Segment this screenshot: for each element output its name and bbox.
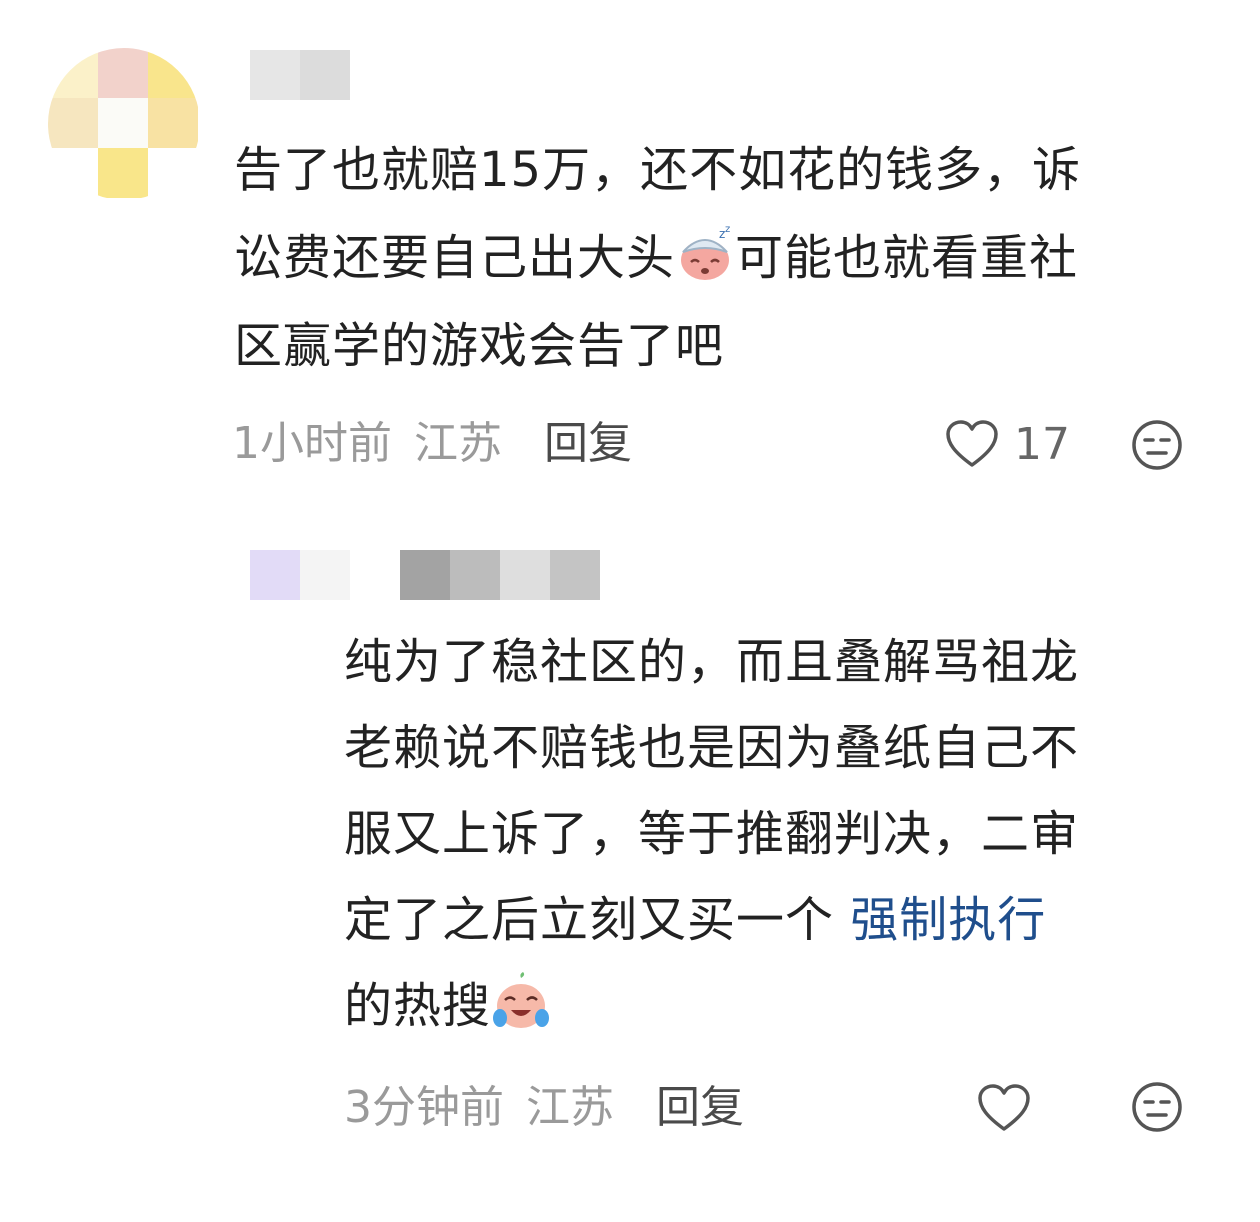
comment-meta: 1小时前 江苏 回复	[232, 416, 632, 472]
location: 江苏	[414, 418, 502, 469]
timestamp: 3分钟前	[344, 1082, 504, 1133]
comment-body-line-1: 纯为了稳社区的，而且叠解骂祖龙	[344, 634, 1080, 690]
comment-body-line-2: 讼费还要自己出大头 z z 可能也就看重社	[234, 214, 1078, 302]
comment-body-line-1: 告了也就赔15万，还不如花的钱多，诉	[234, 142, 1082, 198]
hashtag-link[interactable]: 强制执行	[850, 892, 1046, 948]
comment-body-line-5: 的热搜	[344, 962, 551, 1050]
like-button[interactable]: 17	[944, 418, 1070, 470]
heart-icon	[944, 418, 1000, 470]
comment-meta: 3分钟前 江苏 回复	[344, 1080, 744, 1136]
comment-body-text: 的热搜	[344, 978, 492, 1034]
timestamp: 1小时前	[232, 418, 392, 469]
comment-body-text: 定了之后立刻又买一个	[344, 892, 835, 948]
dislike-face-icon[interactable]	[1130, 1080, 1184, 1134]
reply-button[interactable]: 回复	[544, 418, 632, 469]
like-count: 17	[1014, 418, 1070, 470]
comment-body-line-4: 定了之后立刻又买一个 强制执行	[344, 876, 1046, 964]
dislike-face-icon[interactable]	[1130, 418, 1184, 472]
avatar[interactable]	[48, 48, 200, 200]
reply-button[interactable]: 回复	[656, 1082, 744, 1133]
comment-body-line-3: 服又上诉了，等于推翻判决，二审	[344, 806, 1080, 862]
svg-text:z: z	[725, 224, 731, 235]
laughing-crying-face-icon	[491, 972, 551, 1032]
heart-icon[interactable]	[976, 1082, 1032, 1134]
comment-body-line-2: 老赖说不赔钱也是因为叠纸自己不	[344, 720, 1080, 776]
sleepy-sick-face-icon: z z	[675, 224, 735, 284]
comment-body-line-3: 区赢学的游戏会告了吧	[234, 318, 725, 374]
location: 江苏	[526, 1082, 614, 1133]
comment-body-text: 讼费还要自己出大头	[234, 230, 676, 286]
comment-body-text: 可能也就看重社	[735, 230, 1079, 286]
